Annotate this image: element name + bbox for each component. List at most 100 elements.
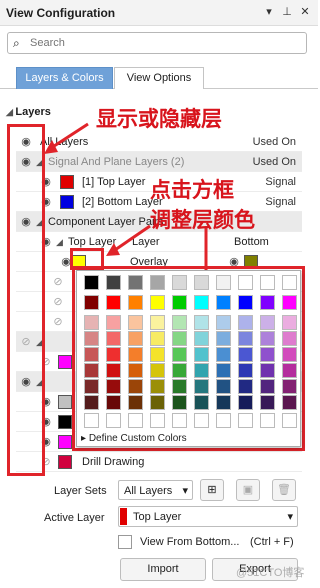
color-swatch[interactable] (238, 379, 253, 394)
custom-color-swatch[interactable] (128, 413, 143, 428)
color-swatch[interactable] (216, 347, 231, 362)
delete-layer-set-button[interactable]: 🗑 (272, 479, 296, 501)
color-swatch[interactable] (150, 295, 165, 310)
color-swatch[interactable] (238, 331, 253, 346)
custom-color-swatch[interactable] (150, 413, 165, 428)
color-swatch[interactable] (194, 275, 209, 290)
custom-color-swatch[interactable] (106, 413, 121, 428)
color-swatch[interactable] (106, 315, 121, 330)
color-swatch[interactable] (260, 363, 275, 378)
color-swatch[interactable] (172, 275, 187, 290)
color-swatch[interactable] (282, 347, 297, 362)
add-layer-set-button[interactable]: ⊞ (200, 479, 224, 501)
view-from-bottom-checkbox[interactable] (118, 535, 132, 549)
color-swatch[interactable] (106, 295, 121, 310)
color-swatch[interactable] (216, 363, 231, 378)
color-swatch[interactable] (282, 395, 297, 410)
save-layer-set-button[interactable]: ▣ (236, 479, 260, 501)
color-swatch[interactable] (172, 379, 187, 394)
color-swatch[interactable] (150, 379, 165, 394)
color-swatch[interactable] (84, 363, 99, 378)
color-swatch[interactable] (128, 395, 143, 410)
color-swatch[interactable] (194, 331, 209, 346)
color-swatch[interactable] (238, 295, 253, 310)
color-swatch[interactable] (150, 275, 165, 290)
color-swatch[interactable] (260, 395, 275, 410)
color-swatch[interactable] (84, 379, 99, 394)
custom-color-swatch[interactable] (238, 413, 253, 428)
color-swatch[interactable] (84, 395, 99, 410)
color-swatch[interactable] (282, 315, 297, 330)
color-swatch[interactable] (128, 275, 143, 290)
color-swatch[interactable] (260, 295, 275, 310)
color-swatch[interactable] (128, 347, 143, 362)
color-swatch[interactable] (194, 315, 209, 330)
color-swatch[interactable] (238, 363, 253, 378)
layer-sets-value: All Layers (124, 485, 173, 497)
color-swatch[interactable] (282, 379, 297, 394)
color-swatch[interactable] (238, 315, 253, 330)
color-swatch[interactable] (216, 331, 231, 346)
color-swatch[interactable] (260, 347, 275, 362)
color-swatch[interactable] (106, 379, 121, 394)
color-swatch[interactable] (282, 295, 297, 310)
custom-color-swatch[interactable] (216, 413, 231, 428)
color-swatch[interactable] (106, 331, 121, 346)
custom-color-swatch[interactable] (172, 413, 187, 428)
color-swatch[interactable] (216, 275, 231, 290)
color-swatch[interactable] (106, 275, 121, 290)
color-swatch[interactable] (84, 275, 99, 290)
color-swatch[interactable] (260, 275, 275, 290)
define-custom-colors-label: Define Custom Colors (88, 433, 187, 444)
define-custom-colors[interactable]: ▸ Define Custom Colors (81, 433, 187, 444)
color-swatch[interactable] (150, 315, 165, 330)
color-swatch[interactable] (260, 379, 275, 394)
color-swatch[interactable] (260, 315, 275, 330)
color-swatch[interactable] (128, 315, 143, 330)
custom-color-swatch[interactable] (194, 413, 209, 428)
color-swatch[interactable] (238, 395, 253, 410)
color-swatch[interactable] (194, 347, 209, 362)
color-swatch[interactable] (84, 295, 99, 310)
color-swatch[interactable] (150, 363, 165, 378)
color-swatch[interactable] (282, 363, 297, 378)
color-swatch[interactable] (106, 363, 121, 378)
custom-color-swatch[interactable] (260, 413, 275, 428)
color-swatch[interactable] (194, 395, 209, 410)
custom-color-swatch[interactable] (84, 413, 99, 428)
color-swatch[interactable] (172, 395, 187, 410)
color-swatch[interactable] (194, 363, 209, 378)
color-swatch[interactable] (260, 331, 275, 346)
color-swatch[interactable] (84, 347, 99, 362)
color-swatch[interactable] (128, 331, 143, 346)
color-swatch[interactable] (172, 315, 187, 330)
layer-sets-select[interactable]: All Layers ▾ (118, 480, 193, 500)
color-swatch[interactable] (128, 295, 143, 310)
color-swatch[interactable] (150, 395, 165, 410)
color-swatch[interactable] (238, 347, 253, 362)
custom-color-swatch[interactable] (282, 413, 297, 428)
color-swatch[interactable] (172, 363, 187, 378)
color-swatch[interactable] (128, 363, 143, 378)
color-swatch[interactable] (106, 347, 121, 362)
color-swatch[interactable] (172, 331, 187, 346)
color-swatch[interactable] (238, 275, 253, 290)
color-swatch[interactable] (150, 347, 165, 362)
color-swatch[interactable] (172, 295, 187, 310)
color-swatch[interactable] (128, 379, 143, 394)
color-swatch[interactable] (84, 315, 99, 330)
active-layer-select[interactable]: Top Layer ▾ (118, 506, 298, 527)
color-swatch[interactable] (172, 347, 187, 362)
color-swatch[interactable] (216, 395, 231, 410)
color-swatch[interactable] (84, 331, 99, 346)
color-swatch[interactable] (194, 295, 209, 310)
color-swatch[interactable] (150, 331, 165, 346)
color-swatch[interactable] (216, 315, 231, 330)
color-swatch[interactable] (194, 379, 209, 394)
color-swatch[interactable] (282, 331, 297, 346)
color-swatch[interactable] (282, 275, 297, 290)
color-swatch[interactable] (216, 295, 231, 310)
color-swatch[interactable] (106, 395, 121, 410)
color-swatch[interactable] (216, 379, 231, 394)
import-button[interactable]: Import (120, 558, 206, 581)
